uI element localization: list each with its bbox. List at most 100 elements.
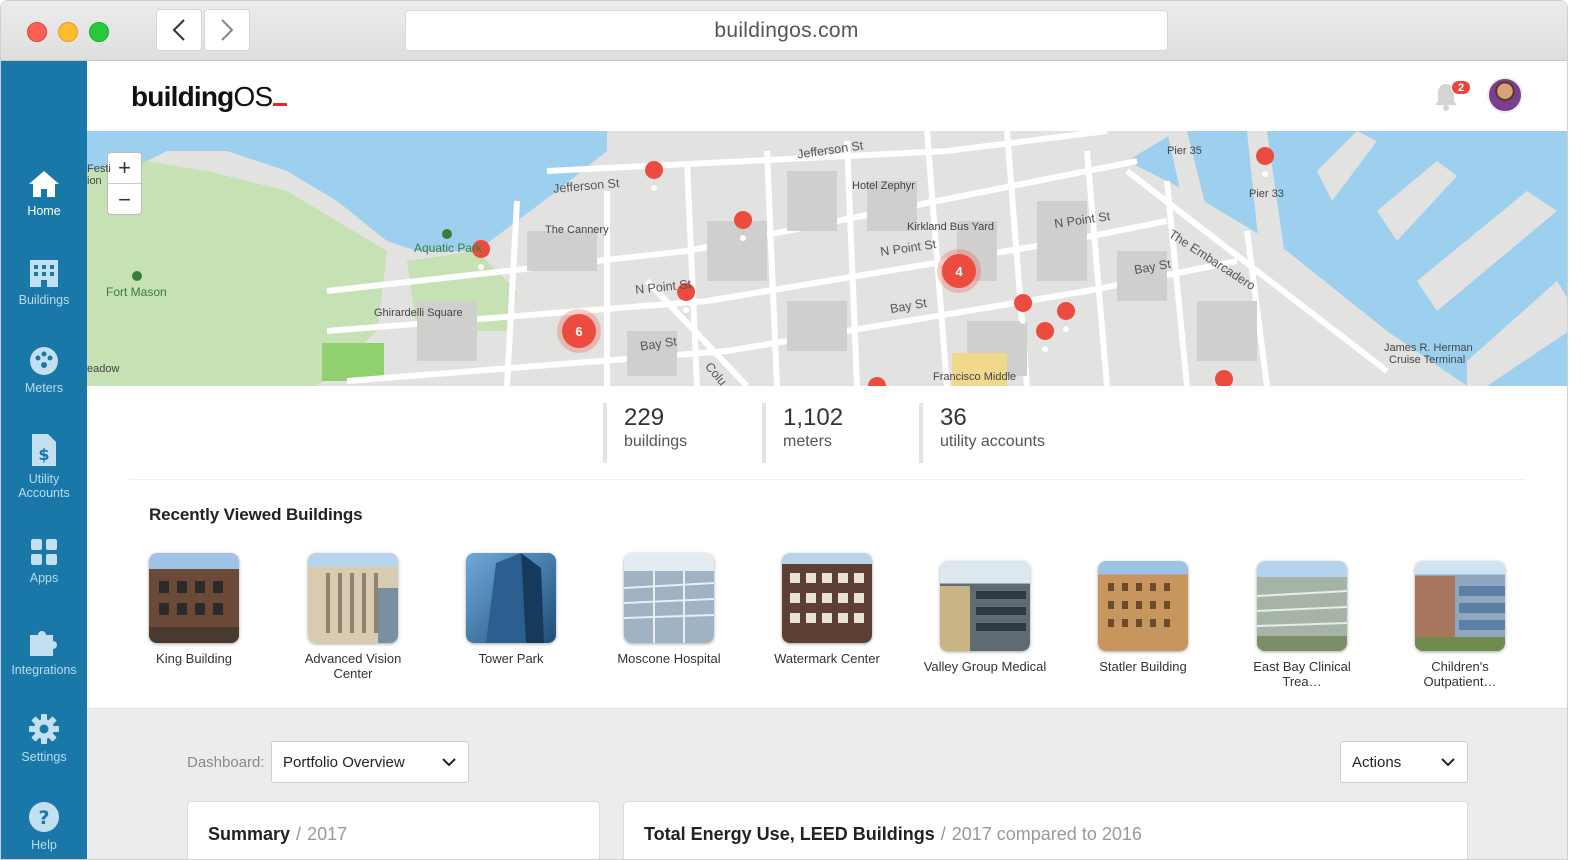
map-label: James R. Herman: [1384, 342, 1473, 354]
stat-meters[interactable]: 1,102 meters: [762, 403, 843, 463]
buildings-map[interactable]: + − Jefferson St Jefferson St The Canner…: [87, 131, 1567, 386]
building-name: King Building: [156, 651, 232, 666]
map-label: Aquatic Park: [414, 241, 483, 255]
sidebar-label-home: Home: [27, 204, 61, 218]
dashboard-select[interactable]: Portfolio Overview: [271, 741, 469, 783]
address-bar[interactable]: buildingos.com: [405, 10, 1168, 51]
stat-value: 36: [940, 404, 967, 431]
sidebar-label-meters: Meters: [24, 381, 64, 395]
app-header: buildingOS 2: [87, 61, 1567, 131]
building-name: Statler Building: [1099, 659, 1187, 674]
building-thumbnail: [149, 553, 239, 643]
meters-icon: [30, 347, 58, 375]
map-label: Fort Mason: [106, 285, 167, 299]
sidebar-item-help[interactable]: ? Help: [1, 801, 87, 852]
utility-accounts-icon: $: [32, 434, 56, 466]
map-label: Pier 33: [1249, 188, 1284, 200]
building-name: Children's Outpatient…: [1423, 659, 1497, 689]
stat-label: utility accounts: [940, 433, 1045, 450]
browser-toolbar: buildingos.com: [1, 1, 1567, 61]
sidebar-item-apps[interactable]: Apps: [1, 538, 87, 585]
notification-badge: 2: [1451, 80, 1471, 95]
building-name: Tower Park: [478, 651, 544, 666]
sidebar-item-buildings[interactable]: Buildings: [1, 258, 87, 307]
chevron-left-icon: [172, 19, 185, 41]
zoom-out-button[interactable]: −: [108, 184, 141, 215]
home-icon: [29, 171, 59, 197]
stat-label: meters: [783, 433, 832, 450]
building-thumbnail: [1415, 561, 1505, 651]
building-thumbnail: [782, 553, 872, 643]
map-label: eadow: [87, 363, 120, 375]
close-window-button[interactable]: [27, 22, 47, 42]
sidebar-label-apps: Apps: [29, 571, 59, 585]
browser-window: buildingos.com Home Buildings Meters $ U…: [0, 0, 1568, 860]
sidebar-item-home[interactable]: Home: [1, 169, 87, 218]
summary-title: Summary: [208, 824, 291, 844]
map-label: Cruise Terminal: [1389, 354, 1466, 366]
url-text: buildingos.com: [714, 18, 859, 42]
minimize-window-button[interactable]: [58, 22, 78, 42]
map-label: Francisco Middle: [933, 371, 1017, 383]
sidebar-item-integrations[interactable]: Integrations: [1, 626, 87, 677]
chevron-right-icon: [221, 19, 234, 41]
actions-dropdown[interactable]: Actions: [1340, 741, 1468, 783]
map-cluster-marker[interactable]: 6: [562, 314, 596, 348]
maximize-window-button[interactable]: [89, 22, 109, 42]
building-thumbnail: [308, 553, 398, 643]
building-thumbnail: [940, 561, 1030, 651]
building-card[interactable]: Advanced Vision Center: [288, 553, 418, 681]
buildings-icon: [30, 260, 58, 287]
building-card[interactable]: Valley Group Medical: [920, 561, 1050, 674]
zoom-in-button[interactable]: +: [108, 153, 141, 184]
dashboard-label: Dashboard:: [187, 754, 265, 771]
map-label: Kirkland Bus Yard: [907, 221, 995, 233]
building-name: Moscone Hospital: [617, 651, 721, 666]
building-card[interactable]: Statler Building: [1078, 561, 1208, 674]
building-card[interactable]: Children's Outpatient…: [1395, 561, 1525, 689]
building-thumbnail: [1098, 561, 1188, 651]
back-button[interactable]: [156, 9, 202, 51]
sidebar-label-integrations: Integrations: [11, 663, 77, 677]
apps-icon: [31, 539, 57, 565]
building-thumbnail: [1257, 561, 1347, 651]
sidebar-label-help: Help: [31, 838, 57, 852]
svg-text:$: $: [38, 445, 49, 464]
divider: [129, 479, 1525, 480]
building-name: East Bay Clinical Trea…: [1253, 659, 1351, 689]
chevron-down-icon: [1441, 758, 1455, 767]
sidebar-item-meters[interactable]: Meters: [1, 346, 87, 395]
building-name: Valley Group Medical: [923, 659, 1047, 674]
energy-title: Total Energy Use, LEED Buildings: [644, 824, 935, 844]
map-tiles: [87, 131, 1567, 386]
zoom-control: + −: [107, 152, 142, 215]
building-thumbnail: [466, 553, 556, 643]
integrations-icon: [30, 631, 57, 656]
sidebar-item-utility-accounts[interactable]: $ Utility Accounts: [1, 433, 87, 500]
summary-year: 2017: [307, 824, 348, 844]
actions-label: Actions: [1352, 753, 1402, 771]
sidebar-item-settings[interactable]: Settings: [1, 713, 87, 764]
summary-card: Summary/2017: [187, 801, 600, 859]
map-label: Pier 35: [1167, 145, 1202, 157]
sidebar-label-utility-accounts: Utility Accounts: [18, 472, 70, 500]
map-cluster-marker[interactable]: 4: [942, 254, 976, 288]
buildingos-logo[interactable]: buildingOS: [131, 81, 288, 113]
map-label: The Cannery: [545, 224, 609, 236]
stat-buildings[interactable]: 229 buildings: [603, 403, 687, 463]
forward-button[interactable]: [204, 9, 250, 51]
help-icon: ?: [29, 802, 59, 832]
map-label: Festi: [87, 163, 111, 175]
building-thumbnail: [624, 553, 714, 643]
building-card[interactable]: East Bay Clinical Trea…: [1237, 561, 1367, 689]
building-card[interactable]: Watermark Center: [762, 553, 892, 666]
energy-card: Total Energy Use, LEED Buildings/2017 co…: [623, 801, 1468, 859]
building-card[interactable]: Moscone Hospital: [604, 553, 734, 666]
stat-utility-accounts[interactable]: 36 utility accounts: [919, 403, 1045, 463]
building-name: Advanced Vision Center: [304, 651, 402, 681]
building-card[interactable]: King Building: [129, 553, 259, 666]
stat-label: buildings: [624, 433, 688, 450]
building-card[interactable]: Tower Park: [446, 553, 576, 666]
user-avatar[interactable]: [1487, 77, 1523, 113]
building-name: Watermark Center: [774, 651, 880, 666]
